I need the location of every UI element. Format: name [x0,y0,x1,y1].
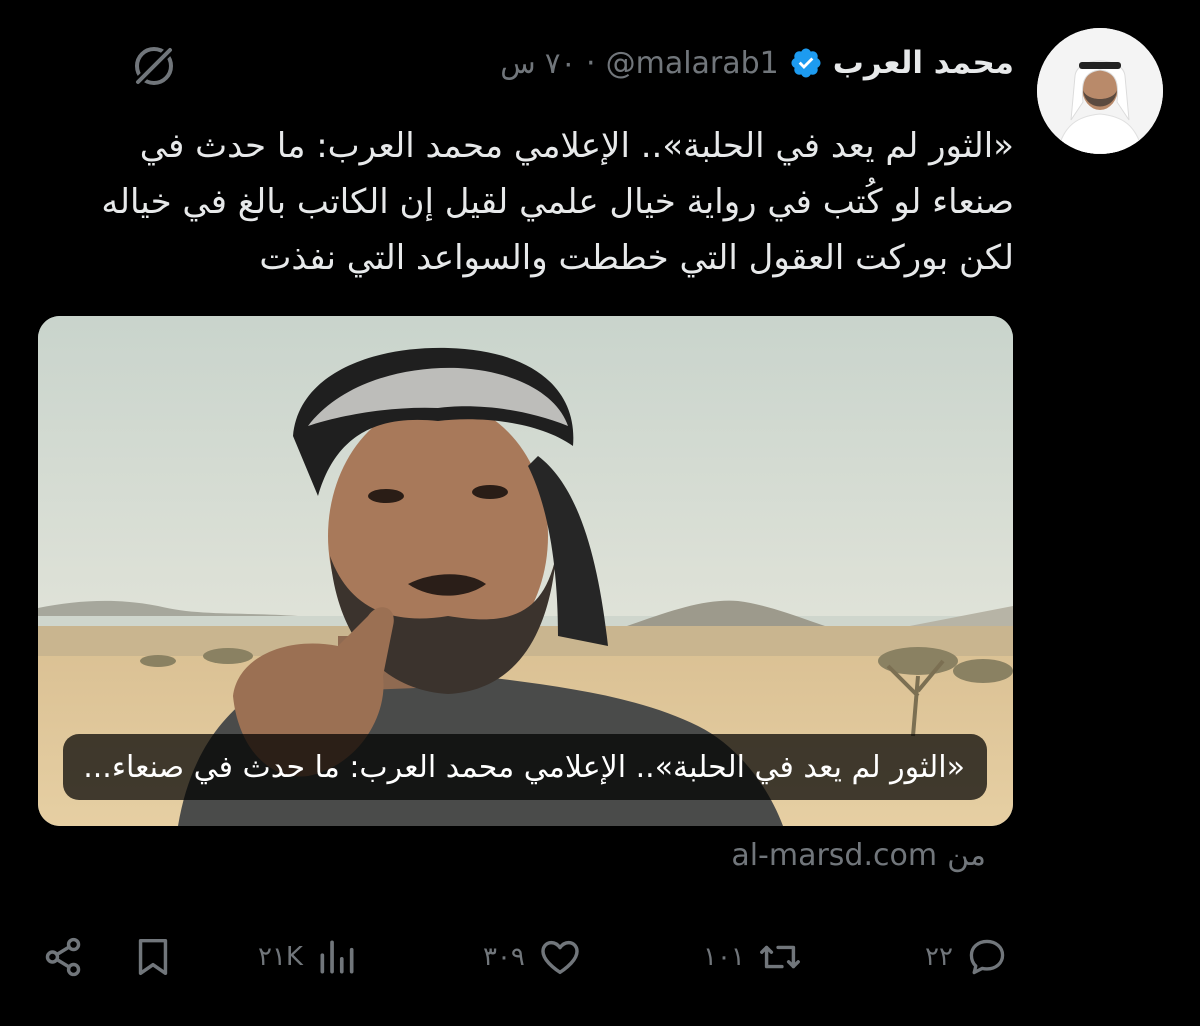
source-domain[interactable]: al-marsd.com [731,838,937,873]
timestamp[interactable]: ٧٠ س [500,46,576,80]
retweet-icon [759,945,800,969]
avatar[interactable] [1037,28,1163,154]
bookmark-button[interactable] [130,925,176,989]
views-button[interactable]: ٢١K [258,925,359,989]
separator-dot: · [586,45,596,81]
action-bar: ٢٢ ١٠١ ٣٠٩ ٢١K [0,925,1200,995]
card-caption: «الثور لم يعد في الحلبة».. الإعلامي محمد… [63,734,987,800]
retweet-count: ١٠١ [703,942,745,972]
reply-count: ٢٢ [925,942,953,972]
retweet-button[interactable]: ١٠١ [703,925,803,989]
tweet-text: «الثور لم يعد في الحلبة».. الإعلامي محمد… [34,118,1014,286]
share-icon [45,937,81,977]
share-button[interactable] [40,925,86,989]
tweet-text-line: «الثور لم يعد في الحلبة».. الإعلامي محمد… [139,126,1014,166]
tweet-text-line: لكن بوركت العقول التي خططت والسواعد التي… [259,238,1014,278]
link-card[interactable]: «الثور لم يعد في الحلبة».. الإعلامي محمد… [38,316,1013,826]
card-caption-text: «الثور لم يعد في الحلبة».. الإعلامي محمد… [83,749,965,785]
tweet-text-line: صنعاء لو كُتب في رواية خيال علمي لقيل إن… [101,182,1014,222]
tweet-header: محمد العرب @malarab1 · ٧٠ س [500,38,1014,88]
bookmark-icon [138,938,168,976]
heart-icon [541,940,579,975]
link-source[interactable]: من al-marsd.com [731,838,986,873]
reply-button[interactable]: ٢٢ [925,925,1009,989]
like-count: ٣٠٩ [483,942,525,972]
verified-badge-icon [791,48,821,78]
reply-icon [969,939,1005,975]
views-icon [320,940,354,974]
tweet[interactable]: محمد العرب @malarab1 · ٧٠ س «الثور لم يع… [0,0,1200,1026]
like-button[interactable]: ٣٠٩ [483,925,583,989]
source-from-label: من [947,838,986,873]
grok-icon[interactable] [128,40,180,92]
views-count: ٢١K [258,942,303,972]
user-handle[interactable]: @malarab1 [606,46,779,81]
display-name[interactable]: محمد العرب [833,45,1014,81]
